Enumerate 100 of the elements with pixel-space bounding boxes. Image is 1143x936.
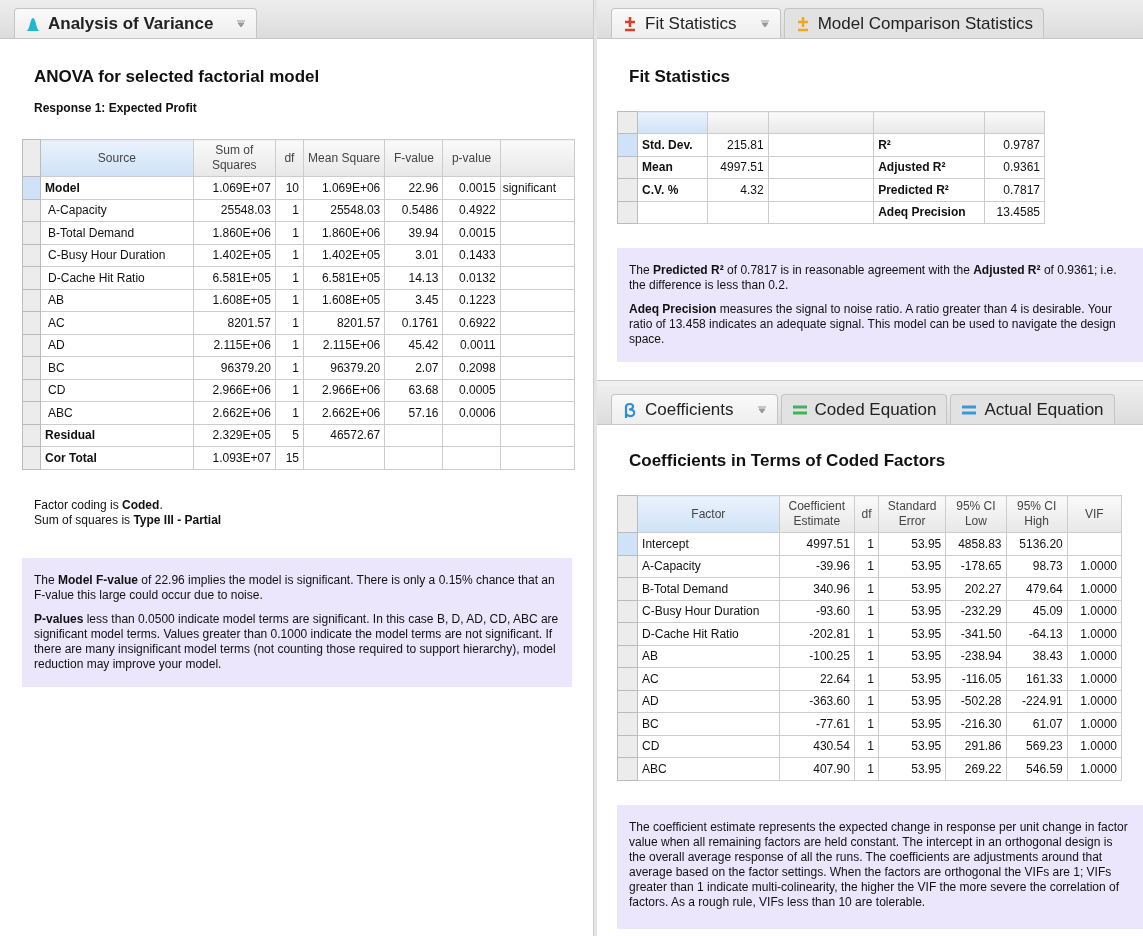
row-selector[interactable] <box>22 401 41 424</box>
table-cell: 0.2098 <box>443 356 501 379</box>
row-selector[interactable] <box>617 757 638 780</box>
table-cell: 61.07 <box>1006 712 1068 735</box>
table-cell: 2.329E+05 <box>193 424 276 447</box>
row-selector[interactable] <box>617 667 638 690</box>
column-header[interactable] <box>500 139 575 177</box>
table-cell <box>443 446 501 469</box>
table-cell: C-Busy Hour Duration <box>637 600 780 623</box>
tab[interactable]: Actual Equation <box>950 394 1115 424</box>
column-header[interactable]: Sum of Squares <box>193 139 276 177</box>
table-cell: 1.069E+07 <box>193 176 276 199</box>
table-cell: 1 <box>275 244 304 267</box>
table-cell: Cor Total <box>40 446 194 469</box>
row-selector[interactable] <box>617 178 638 201</box>
table-cell: -341.50 <box>945 622 1006 645</box>
table-cell <box>707 201 769 224</box>
column-header[interactable]: p-value <box>443 139 501 177</box>
table-cell: 430.54 <box>779 735 855 758</box>
table-cell: -100.25 <box>779 645 855 668</box>
table-cell: 569.23 <box>1006 735 1068 758</box>
column-header[interactable]: F-value <box>384 139 443 177</box>
row-selector[interactable] <box>22 221 41 244</box>
column-header[interactable]: df <box>275 139 304 177</box>
table-cell: 0.1433 <box>443 244 501 267</box>
tab[interactable]: Coefficients <box>611 394 778 424</box>
table-cell: 3.01 <box>384 244 443 267</box>
table-cell: 1 <box>275 379 304 402</box>
row-selector[interactable] <box>22 356 41 379</box>
table-cell: 2.662E+06 <box>303 401 385 424</box>
table-cell: 479.64 <box>1006 577 1068 600</box>
row-selector[interactable] <box>617 577 638 600</box>
row-selector[interactable] <box>22 244 41 267</box>
row-selector[interactable] <box>617 622 638 645</box>
column-header[interactable]: Source <box>40 139 194 177</box>
tab[interactable]: Analysis of Variance <box>14 8 258 38</box>
table-cell: 1 <box>854 667 879 690</box>
row-selector[interactable] <box>22 334 41 357</box>
table-cell: 6.581E+05 <box>303 266 385 289</box>
table-cell: 15 <box>275 446 304 469</box>
row-selector[interactable] <box>22 379 41 402</box>
table-cell: 1 <box>854 735 879 758</box>
row-selector[interactable] <box>22 311 41 334</box>
table-cell: 0.6922 <box>443 311 501 334</box>
column-header[interactable]: 95% CI High <box>1006 495 1068 533</box>
row-selector[interactable] <box>22 424 41 447</box>
table-cell: AC <box>40 311 194 334</box>
row-selector[interactable] <box>617 712 638 735</box>
row-selector[interactable] <box>22 266 41 289</box>
info-paragraph: P-values less than 0.0500 indicate model terms are significant. In this case B, D, AD, CD, ABC are significant model terms. Values greater than 0.1000 indicate the model terms are not significant. If there are many insignificant model terms (not counting those required to support hierarchy), model reduction may improve your model. <box>34 611 560 672</box>
table-cell: 215.81 <box>707 133 769 156</box>
table-cell: 1.0000 <box>1067 577 1122 600</box>
row-selector[interactable] <box>617 532 638 555</box>
table-cell: C.V. % <box>637 178 708 201</box>
tab[interactable]: Coded Equation <box>780 394 948 424</box>
table-cell: 407.90 <box>779 757 855 780</box>
table-cell: Residual <box>40 424 194 447</box>
table-cell: 1.0000 <box>1067 735 1122 758</box>
column-header[interactable]: VIF <box>1067 495 1122 533</box>
table-cell: 4858.83 <box>945 532 1006 555</box>
row-selector[interactable] <box>617 735 638 758</box>
table-cell: 53.95 <box>878 532 946 555</box>
column-header[interactable]: 95% CI Low <box>945 495 1006 533</box>
row-header <box>617 495 638 533</box>
tab[interactable]: Model Comparison Statistics <box>783 8 1045 38</box>
table-cell: Intercept <box>637 532 780 555</box>
table-cell: AD <box>637 690 780 713</box>
table-cell: 1.093E+07 <box>193 446 276 469</box>
table-cell: 39.94 <box>384 221 443 244</box>
row-header <box>22 139 41 177</box>
table-cell: 1.0000 <box>1067 690 1122 713</box>
row-selector[interactable] <box>22 176 41 199</box>
row-selector[interactable] <box>617 156 638 179</box>
tab[interactable]: Fit Statistics <box>611 8 781 38</box>
table-cell: 1 <box>854 690 879 713</box>
row-selector[interactable] <box>22 199 41 222</box>
table-cell: 1 <box>854 532 879 555</box>
row-selector[interactable] <box>617 645 638 668</box>
row-selector[interactable] <box>22 289 41 312</box>
row-selector[interactable] <box>617 201 638 224</box>
column-header[interactable]: Mean Square <box>303 139 385 177</box>
column-header[interactable]: Coefficient Estimate <box>779 495 855 533</box>
row-selector[interactable] <box>617 555 638 578</box>
table-cell: 0.9361 <box>984 156 1045 179</box>
table-cell: Predicted R² <box>873 178 985 201</box>
column-header[interactable]: Factor <box>637 495 780 533</box>
table-cell: -77.61 <box>779 712 855 735</box>
column-header <box>637 111 708 134</box>
row-selector[interactable] <box>617 690 638 713</box>
table-cell: 1.860E+06 <box>303 221 385 244</box>
row-selector[interactable] <box>617 133 638 156</box>
table-cell: 8201.57 <box>193 311 276 334</box>
row-selector[interactable] <box>617 600 638 623</box>
row-selector[interactable] <box>22 446 41 469</box>
info-paragraph: The coefficient estimate represents the expected change in response per unit change in factor value when all remaining factors are held constant. The intercept in an orthogonal design is the overall average response of all the runs. The coefficients are adjustments around that average based on the factor settings. When the factors are orthogonal the VIFs are 1; VIFs greater than 1 indicate multi-colinearity, the higher the VIF the more severe the correlation of factors. As a rough rule, VIFs less than 10 are tolerable. <box>629 819 1129 910</box>
column-header[interactable]: Standard Error <box>878 495 946 533</box>
table-cell: 4997.51 <box>779 532 855 555</box>
column-header[interactable]: df <box>854 495 879 533</box>
table-cell: R² <box>873 133 985 156</box>
table-cell: 53.95 <box>878 712 946 735</box>
